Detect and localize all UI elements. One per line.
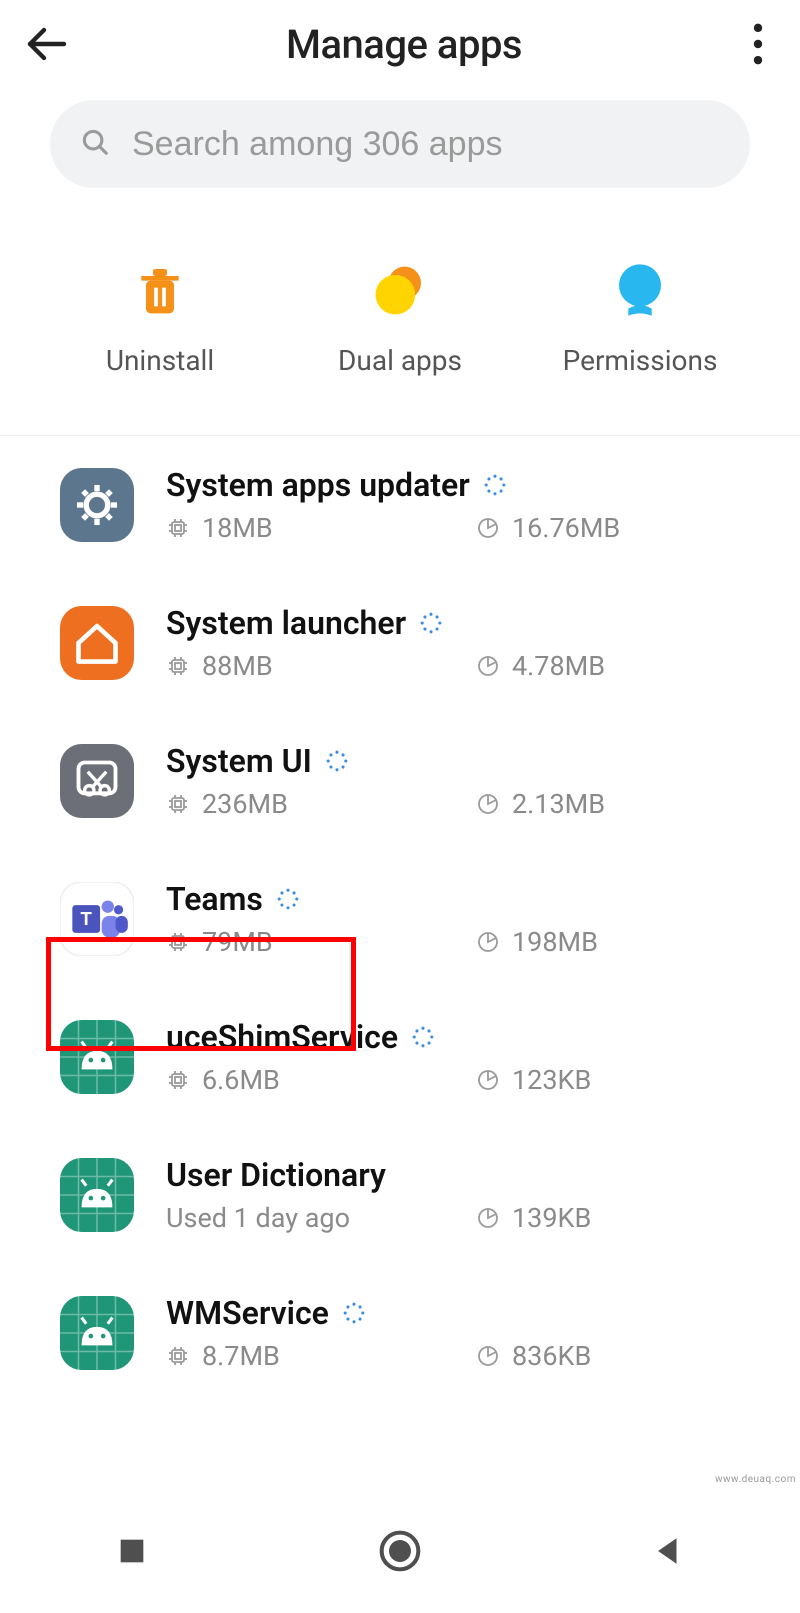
app-row[interactable]: T Teams 79MB 198MB	[0, 850, 800, 988]
app-data-size: 4.78MB	[512, 650, 605, 682]
app-name: System UI	[166, 742, 312, 780]
app-storage-size: 79MB	[202, 926, 273, 958]
watermark: www.deuaq.com	[715, 1474, 796, 1485]
loading-badge-icon	[343, 1302, 365, 1324]
app-data-size: 836KB	[512, 1340, 591, 1372]
search-bar[interactable]	[50, 100, 750, 188]
app-row[interactable]: WMService 8.7MB 836KB	[0, 1264, 800, 1402]
dual-apps-action[interactable]: Dual apps	[281, 260, 519, 377]
app-storage-size: 18MB	[202, 512, 273, 544]
app-name: User Dictionary	[166, 1156, 386, 1194]
app-name: System launcher	[166, 604, 406, 642]
app-name: WMService	[166, 1294, 329, 1332]
back-nav-button[interactable]	[651, 1534, 685, 1572]
app-row[interactable]: uceShimService 6.6MB 123KB	[0, 988, 800, 1126]
app-row[interactable]: System apps updater 18MB 16.76MB	[0, 436, 800, 574]
app-icon	[60, 1296, 134, 1370]
app-header: Manage apps	[0, 0, 800, 88]
trash-icon	[130, 260, 190, 320]
app-storage-size: 8.7MB	[202, 1340, 280, 1372]
search-input[interactable]	[132, 125, 720, 164]
app-row[interactable]: System launcher 88MB 4.78MB	[0, 574, 800, 712]
permissions-action[interactable]: Permissions	[521, 260, 759, 377]
app-row[interactable]: User Dictionary Used 1 day ago 139KB	[0, 1126, 800, 1264]
app-data-size: 16.76MB	[512, 512, 620, 544]
action-row: Uninstall Dual apps Permissions	[0, 210, 800, 436]
home-button[interactable]	[378, 1529, 422, 1577]
app-icon: T	[60, 882, 134, 956]
app-storage-size: 88MB	[202, 650, 273, 682]
permissions-label: Permissions	[563, 344, 718, 377]
app-data-size: 139KB	[512, 1202, 591, 1234]
search-icon	[80, 127, 110, 161]
loading-badge-icon	[484, 474, 506, 496]
system-navbar	[0, 1493, 800, 1613]
apps-list: System apps updater 18MB 16.76MB System …	[0, 436, 800, 1402]
svg-text:T: T	[81, 908, 93, 929]
app-used-label: Used 1 day ago	[166, 1202, 350, 1234]
loading-badge-icon	[420, 612, 442, 634]
app-name: uceShimService	[166, 1018, 398, 1056]
app-icon	[60, 1158, 134, 1232]
app-icon	[60, 744, 134, 818]
app-name: System apps updater	[166, 466, 470, 504]
app-data-size: 2.13MB	[512, 788, 605, 820]
dual-apps-icon	[370, 260, 430, 320]
back-button[interactable]	[22, 20, 70, 68]
app-icon	[60, 1020, 134, 1094]
page-title: Manage apps	[70, 21, 738, 68]
app-icon	[60, 468, 134, 542]
loading-badge-icon	[277, 888, 299, 910]
app-row[interactable]: System UI 236MB 2.13MB	[0, 712, 800, 850]
dual-apps-label: Dual apps	[338, 344, 462, 377]
app-storage-size: 236MB	[202, 788, 288, 820]
recent-apps-button[interactable]	[115, 1534, 149, 1572]
more-options-button[interactable]	[738, 23, 778, 65]
app-data-size: 198MB	[512, 926, 598, 958]
permissions-icon	[610, 260, 670, 320]
uninstall-label: Uninstall	[106, 344, 214, 377]
app-data-size: 123KB	[512, 1064, 591, 1096]
app-storage-size: 6.6MB	[202, 1064, 280, 1096]
app-name: Teams	[166, 880, 263, 918]
loading-badge-icon	[326, 750, 348, 772]
loading-badge-icon	[412, 1026, 434, 1048]
app-icon	[60, 606, 134, 680]
uninstall-action[interactable]: Uninstall	[41, 260, 279, 377]
